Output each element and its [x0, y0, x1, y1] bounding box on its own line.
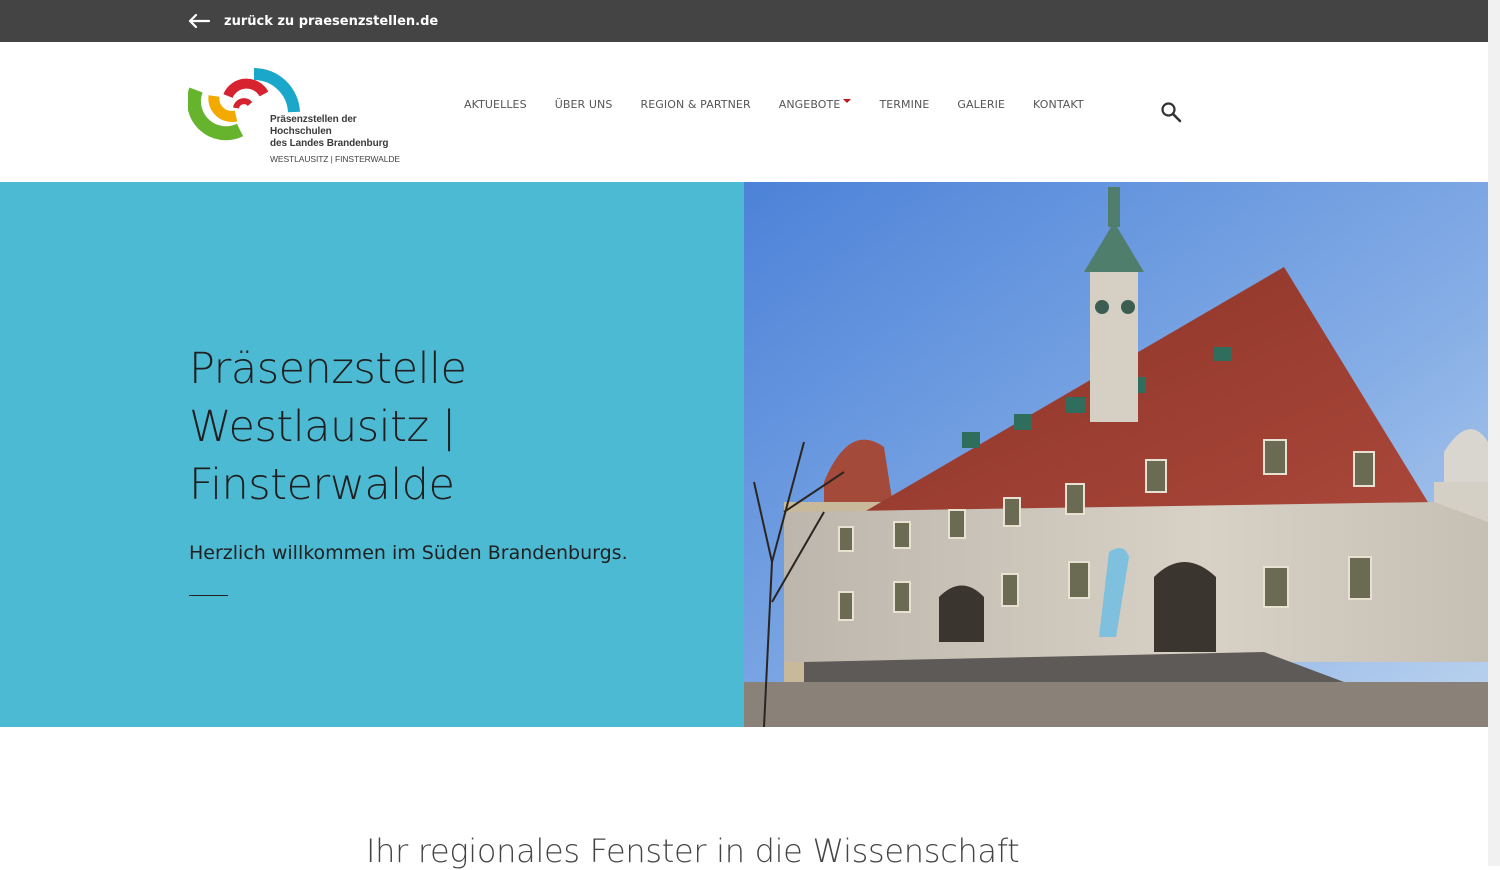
search-button[interactable] — [1160, 101, 1182, 123]
nav-item-kontakt[interactable]: KONTAKT — [1019, 98, 1098, 111]
hero-image — [744, 182, 1488, 727]
section-title: Ihr regionales Fenster in die Wissenscha… — [366, 832, 1020, 870]
hero-title-line: Präsenzstelle — [189, 344, 467, 394]
hero-title: Präsenzstelle Westlausitz | Finsterwalde — [189, 340, 467, 514]
nav-item-termine[interactable]: TERMINE — [865, 98, 943, 111]
back-link[interactable]: zurück zu praesenzstellen.de — [188, 0, 438, 42]
nav-item-region-partner[interactable]: REGION & PARTNER — [626, 98, 764, 111]
hero-subtitle: Herzlich willkommen im Süden Brandenburg… — [189, 542, 628, 564]
top-bar: zurück zu praesenzstellen.de — [0, 0, 1488, 42]
logo-line-1: Präsenzstellen der Hochschulen — [270, 114, 357, 137]
logo-line-3: WESTLAUSITZ | FINSTERWALDE — [270, 154, 400, 164]
logo-text: Präsenzstellen der Hochschulen des Lande… — [270, 114, 418, 165]
town-hall-photo — [744, 182, 1488, 727]
back-link-label: zurück zu praesenzstellen.de — [224, 13, 439, 29]
nav-item-angebote[interactable]: ANGEBOTE — [765, 98, 866, 111]
hero-divider — [189, 595, 228, 596]
nav-item-galerie[interactable]: GALERIE — [943, 98, 1019, 111]
chevron-down-icon — [843, 99, 852, 103]
site-header: Präsenzstellen der Hochschulen des Lande… — [0, 42, 1488, 182]
logo-line-2: des Landes Brandenburg — [270, 138, 389, 149]
nav-item-ueber-uns[interactable]: ÜBER UNS — [541, 98, 627, 111]
arrow-left-icon — [188, 14, 210, 28]
site-logo[interactable]: Präsenzstellen der Hochschulen des Lande… — [188, 68, 418, 164]
nav-item-angebote-label: ANGEBOTE — [778, 97, 841, 111]
main-nav: AKTUELLES ÜBER UNS REGION & PARTNER ANGE… — [450, 84, 1098, 124]
hero-title-line: Westlausitz | — [189, 402, 456, 452]
nav-item-aktuelles[interactable]: AKTUELLES — [450, 98, 541, 111]
search-icon — [1161, 102, 1182, 123]
hero-title-line: Finsterwalde — [189, 460, 455, 510]
scrollbar[interactable] — [1488, 0, 1500, 866]
hero-panel: Präsenzstelle Westlausitz | Finsterwalde… — [0, 182, 744, 727]
